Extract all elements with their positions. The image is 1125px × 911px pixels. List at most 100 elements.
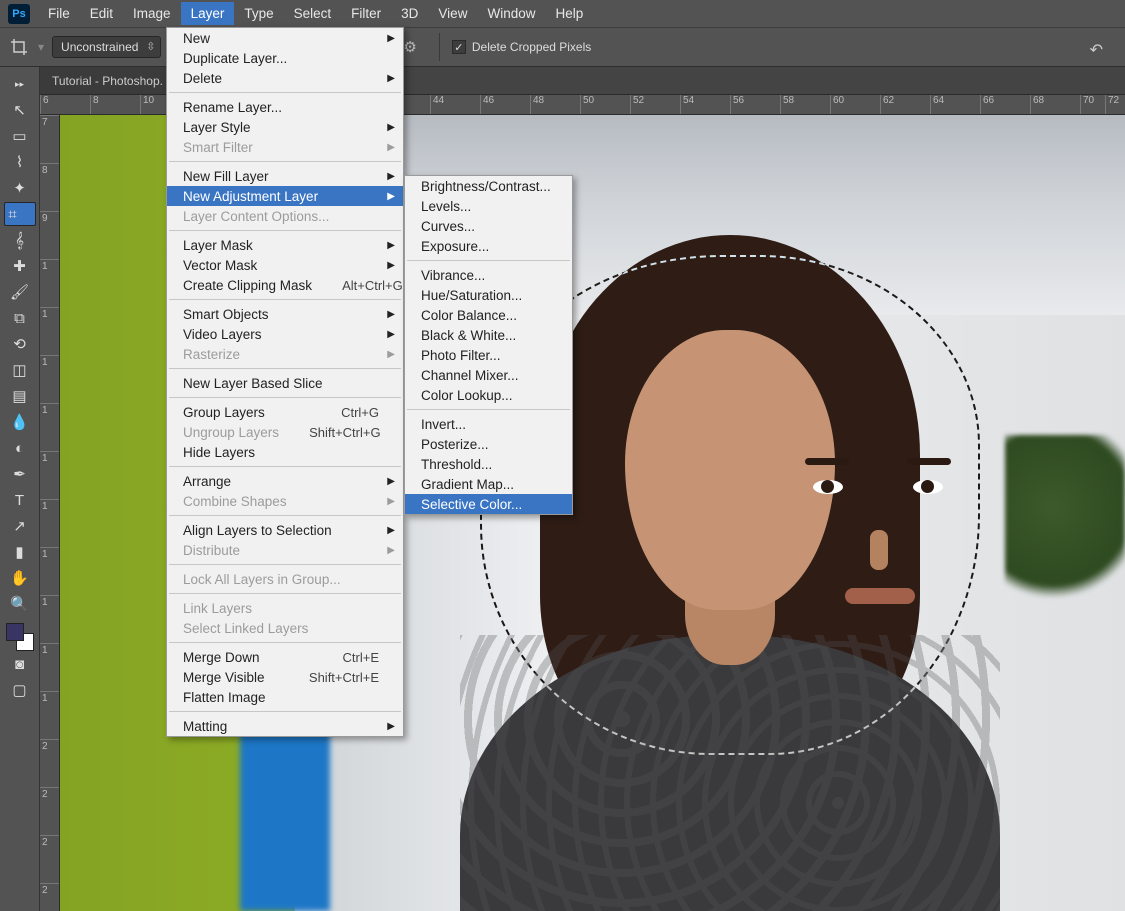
reset-icon[interactable]: ↶ — [1090, 40, 1103, 60]
dodge-tool[interactable]: ◐ — [6, 436, 34, 460]
menu-type[interactable]: Type — [234, 2, 283, 25]
ruler-tick: 56 — [730, 95, 744, 114]
menu-item-hide-layers[interactable]: Hide Layers — [167, 442, 403, 462]
lasso-tool[interactable]: ⌇ — [6, 150, 34, 174]
menu-item-new-fill-layer[interactable]: New Fill Layer▶ — [167, 166, 403, 186]
menu-item-duplicate-layer[interactable]: Duplicate Layer... — [167, 48, 403, 68]
menu-item-hue-saturation[interactable]: Hue/Saturation... — [405, 285, 572, 305]
menu-item-new-layer-based-slice[interactable]: New Layer Based Slice — [167, 373, 403, 393]
ruler-tick: 52 — [630, 95, 644, 114]
menu-item-levels[interactable]: Levels... — [405, 196, 572, 216]
menu-item-invert[interactable]: Invert... — [405, 414, 572, 434]
menu-item-layer-style[interactable]: Layer Style▶ — [167, 117, 403, 137]
menu-item-color-balance[interactable]: Color Balance... — [405, 305, 572, 325]
menu-item-new-adjustment-layer[interactable]: New Adjustment Layer▶ — [167, 186, 403, 206]
shape-tool[interactable]: ▮ — [6, 540, 34, 564]
menu-item-smart-objects[interactable]: Smart Objects▶ — [167, 304, 403, 324]
menu-item-rasterize: Rasterize▶ — [167, 344, 403, 364]
path-tool[interactable]: ↗ — [6, 514, 34, 538]
menu-divider — [169, 397, 401, 398]
ruler-tick: 64 — [930, 95, 944, 114]
menu-item-combine-shapes: Combine Shapes▶ — [167, 491, 403, 511]
delete-cropped-checkbox[interactable]: Delete Cropped Pixels — [452, 40, 591, 54]
menu-item-vector-mask[interactable]: Vector Mask▶ — [167, 255, 403, 275]
menu-divider — [407, 260, 570, 261]
color-swatch[interactable] — [6, 623, 34, 651]
gradient-tool[interactable]: ▤ — [6, 384, 34, 408]
eraser-tool[interactable]: ◫ — [6, 358, 34, 382]
eyedropper-tool[interactable]: 𝄞 — [6, 228, 34, 252]
menu-item-rename-layer[interactable]: Rename Layer... — [167, 97, 403, 117]
ruler-tick: 8 — [90, 95, 99, 114]
menu-item-gradient-map[interactable]: Gradient Map... — [405, 474, 572, 494]
menu-3d[interactable]: 3D — [391, 2, 428, 25]
menu-window[interactable]: Window — [477, 2, 545, 25]
menu-item-exposure[interactable]: Exposure... — [405, 236, 572, 256]
ruler-tick: 8 — [40, 163, 59, 176]
menu-item-arrange[interactable]: Arrange▶ — [167, 471, 403, 491]
menu-image[interactable]: Image — [123, 2, 181, 25]
menu-item-layer-mask[interactable]: Layer Mask▶ — [167, 235, 403, 255]
screen-mode-icon[interactable]: ▢ — [6, 678, 34, 702]
crop-tool[interactable]: ⌗ — [4, 202, 36, 226]
expand-icon[interactable]: ▸▸ — [6, 72, 34, 96]
menu-item-brightness-contrast[interactable]: Brightness/Contrast... — [405, 176, 572, 196]
menu-item-create-clipping-mask[interactable]: Create Clipping MaskAlt+Ctrl+G — [167, 275, 403, 295]
menu-item-group-layers[interactable]: Group LayersCtrl+G — [167, 402, 403, 422]
heal-tool[interactable]: ✚ — [6, 254, 34, 278]
ruler-tick: 1 — [40, 355, 59, 368]
menu-item-merge-visible[interactable]: Merge VisibleShift+Ctrl+E — [167, 667, 403, 687]
menu-item-vibrance[interactable]: Vibrance... — [405, 265, 572, 285]
ruler-tick: 68 — [1030, 95, 1044, 114]
menu-item-matting[interactable]: Matting▶ — [167, 716, 403, 736]
menu-item-selective-color[interactable]: Selective Color... — [405, 494, 572, 514]
chevron-right-icon: ▶ — [387, 122, 395, 133]
type-tool[interactable]: T — [6, 488, 34, 512]
chevron-right-icon: ▶ — [387, 349, 395, 360]
menu-item-flatten-image[interactable]: Flatten Image — [167, 687, 403, 707]
menu-file[interactable]: File — [38, 2, 80, 25]
menu-view[interactable]: View — [428, 2, 477, 25]
menu-item-black-white[interactable]: Black & White... — [405, 325, 572, 345]
pen-tool[interactable]: ✒ — [6, 462, 34, 486]
menu-item-layer-content-options: Layer Content Options... — [167, 206, 403, 226]
quick-mask-icon[interactable]: ◙ — [6, 652, 34, 676]
menu-item-channel-mixer[interactable]: Channel Mixer... — [405, 365, 572, 385]
ruler-tick: 66 — [980, 95, 994, 114]
menu-divider — [407, 409, 570, 410]
menu-item-threshold[interactable]: Threshold... — [405, 454, 572, 474]
zoom-tool[interactable]: 🔍 — [6, 592, 34, 616]
menu-item-lock-all-layers-in-group: Lock All Layers in Group... — [167, 569, 403, 589]
menu-item-merge-down[interactable]: Merge DownCtrl+E — [167, 647, 403, 667]
hand-tool[interactable]: ✋ — [6, 566, 34, 590]
history-tool[interactable]: ⟲ — [6, 332, 34, 356]
menu-item-align-layers-to-selection[interactable]: Align Layers to Selection▶ — [167, 520, 403, 540]
menu-item-photo-filter[interactable]: Photo Filter... — [405, 345, 572, 365]
menu-help[interactable]: Help — [545, 2, 593, 25]
menu-item-curves[interactable]: Curves... — [405, 216, 572, 236]
wand-tool[interactable]: ✦ — [6, 176, 34, 200]
menu-item-color-lookup[interactable]: Color Lookup... — [405, 385, 572, 405]
ruler-tick: 60 — [830, 95, 844, 114]
stamp-tool[interactable]: ⧉ — [6, 306, 34, 330]
menu-item-posterize[interactable]: Posterize... — [405, 434, 572, 454]
chevron-right-icon: ▶ — [387, 496, 395, 507]
blur-tool[interactable]: 💧 — [6, 410, 34, 434]
menu-layer[interactable]: Layer — [181, 2, 235, 25]
move-tool[interactable]: ↖ — [6, 98, 34, 122]
chevron-right-icon: ▶ — [387, 73, 395, 84]
menu-item-new[interactable]: New▶ — [167, 28, 403, 48]
menu-item-smart-filter: Smart Filter▶ — [167, 137, 403, 157]
menu-filter[interactable]: Filter — [341, 2, 391, 25]
menu-item-video-layers[interactable]: Video Layers▶ — [167, 324, 403, 344]
gear-icon[interactable] — [403, 38, 416, 56]
menu-item-delete[interactable]: Delete▶ — [167, 68, 403, 88]
ruler-tick: 1 — [40, 403, 59, 416]
menu-edit[interactable]: Edit — [80, 2, 123, 25]
aspect-ratio-select[interactable]: Unconstrained — [52, 36, 161, 58]
marquee-tool[interactable]: ▭ — [6, 124, 34, 148]
brush-tool[interactable]: 🖌 — [6, 280, 34, 304]
menu-divider — [169, 593, 401, 594]
ruler-tick: 54 — [680, 95, 694, 114]
menu-select[interactable]: Select — [284, 2, 342, 25]
